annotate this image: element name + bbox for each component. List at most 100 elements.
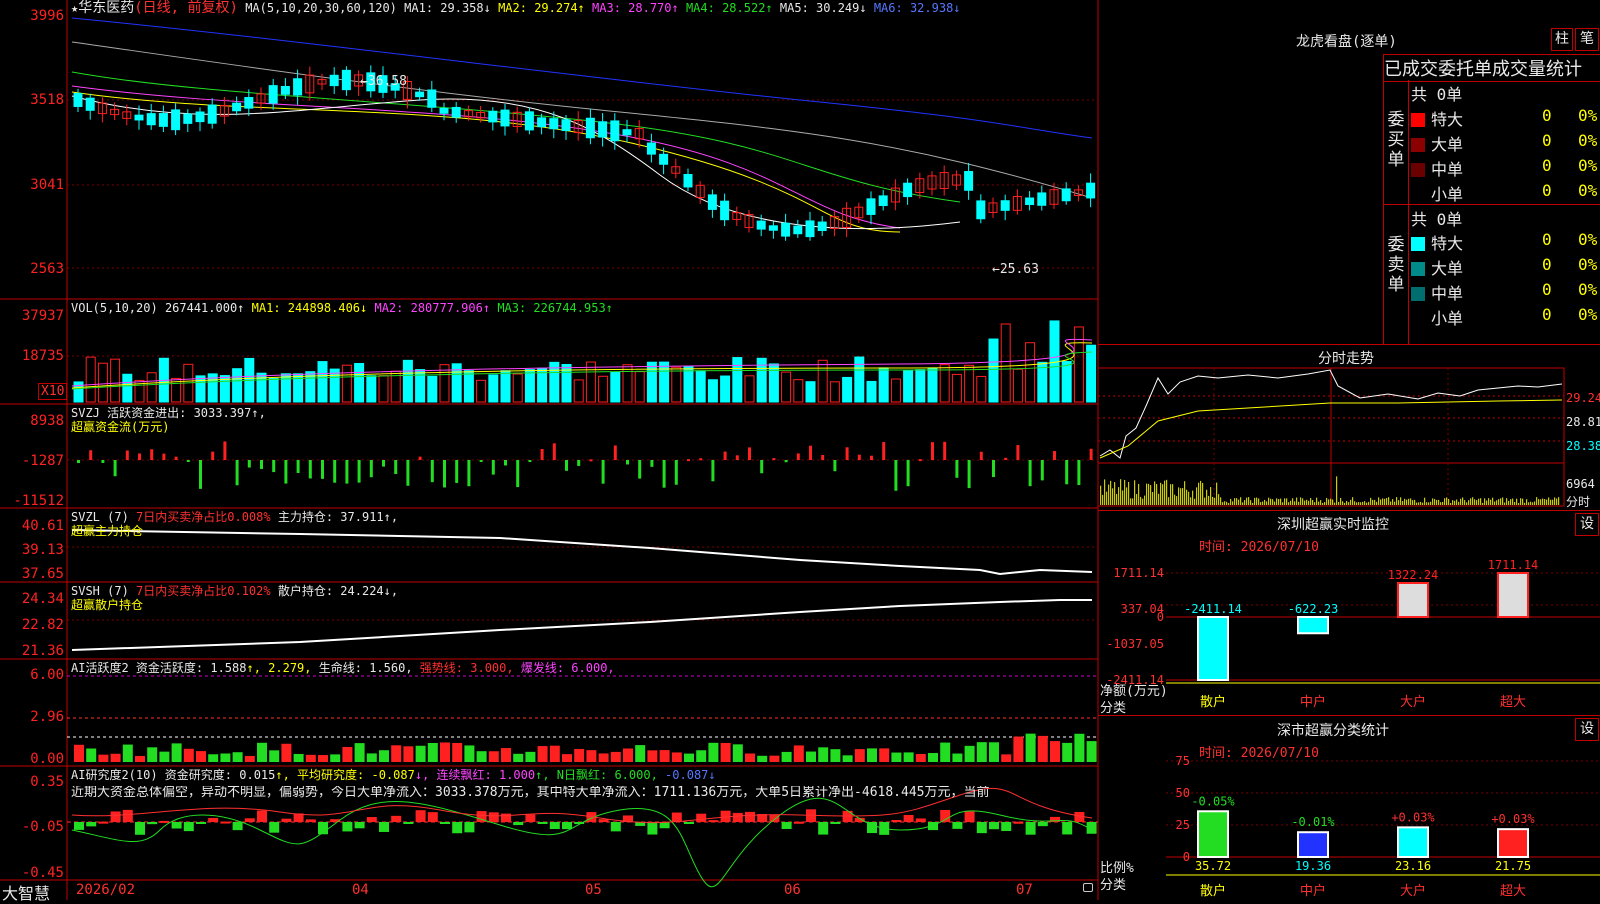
flow-bar (723, 451, 727, 460)
fenshi-volume-bar (1530, 501, 1532, 505)
order-size-label: 特大 (1431, 234, 1464, 253)
svzj-header: SVZJ 活跃资金进出: 3033.397↑, 超赢资金流(万元) (71, 406, 266, 434)
fenshi-volume-bar (1214, 497, 1216, 505)
activity-bar (269, 750, 280, 762)
svzl-label-1: 40.61 (21, 518, 64, 534)
guide-lines (67, 99, 1098, 621)
research-bar (1013, 821, 1024, 824)
fenshi-volume-bar (1308, 500, 1310, 505)
volume-bar (573, 379, 584, 403)
flow-bar (626, 460, 629, 465)
candle-body (866, 198, 876, 215)
fenshi-volume-bar (1280, 498, 1282, 505)
candle-body (1086, 182, 1096, 199)
research-bar (342, 822, 353, 832)
order-percent: 0% (1578, 230, 1598, 249)
fenshi-chart[interactable] (1098, 366, 1600, 510)
fenshi-volume-bar (1258, 498, 1260, 505)
volume-bar (500, 370, 511, 403)
research-last: -0.087↓ (665, 768, 716, 782)
fenshi-volume-bar (1452, 500, 1454, 505)
volume-bar (317, 361, 328, 403)
fenshi-volume-bar (1524, 502, 1526, 505)
ratio-bar (1497, 828, 1529, 859)
activity-bar (366, 753, 377, 762)
fenshi-volume-bar (1224, 501, 1226, 505)
fenshi-volume-bar (1200, 480, 1202, 505)
fenshi-volume-bar (1206, 489, 1208, 505)
flow-bar (199, 460, 202, 489)
fenshi-volume-bar (1380, 499, 1382, 505)
research-bar (915, 818, 926, 822)
monitor-xlabel: 分类 (1100, 701, 1127, 716)
ma4-value: MA4: 28.522↑ (685, 1, 773, 15)
flow-bar (77, 460, 80, 464)
fenshi-volume-bar (1388, 497, 1390, 505)
order-count: 0 (1542, 106, 1552, 125)
activity-bar (379, 750, 389, 762)
fenshi-volume-bar (1502, 497, 1504, 505)
svzl-subtitle: 超赢主力持仓 (71, 524, 144, 538)
order-row: 大单 (1411, 255, 1463, 279)
candle-body (817, 221, 827, 232)
candle-body (183, 113, 193, 124)
flow-bar (138, 453, 141, 460)
candle-body (549, 118, 559, 130)
order-count: 0 (1542, 305, 1552, 324)
fenshi-volume-bar (1546, 499, 1548, 505)
activity-bar (196, 751, 206, 762)
fenshi-volume-bar (1102, 494, 1104, 505)
volume-bar (268, 377, 279, 403)
research-bar (903, 814, 914, 822)
flow-bar (345, 460, 349, 484)
fenshi-volume-bar (1244, 500, 1246, 505)
flow-bar (589, 459, 593, 462)
bar-mode-button[interactable]: 柱 (1551, 28, 1573, 51)
lock-icon[interactable] (1083, 883, 1093, 892)
net-amount-bar (1197, 616, 1229, 681)
fenshi-volume-bar (1386, 498, 1388, 505)
research-red: ↓, 连续飘红: 1.000 (414, 768, 536, 782)
vol-unit-badge[interactable]: X10 (38, 383, 68, 400)
order-count: 0 (1542, 280, 1552, 299)
fenshi-volume-bar (1248, 497, 1250, 505)
research-bar (110, 811, 121, 822)
activity-bar (293, 753, 304, 762)
activity-bar (281, 743, 292, 762)
volume-bar (1086, 344, 1097, 403)
fenshi-volume-bar (1436, 500, 1438, 505)
activity-bar (525, 751, 536, 762)
fenshi-volume-bar (1324, 501, 1326, 505)
brand-label[interactable]: 大智慧 (2, 880, 50, 904)
fenshi-volume-bar (1318, 501, 1320, 505)
order-percent: 0% (1578, 106, 1598, 125)
volume-bar (463, 370, 474, 403)
flow-bar (406, 460, 410, 486)
fenshi-volume-bar (1204, 497, 1206, 505)
volume-bar (110, 358, 121, 403)
candle-body (707, 194, 717, 210)
period-label[interactable]: (日线, 前复权) (134, 0, 238, 16)
fenshi-volume-bar (1296, 497, 1298, 505)
x-label-1: 04 (352, 882, 369, 898)
candle-body (537, 117, 547, 128)
classify-category-label: 中户 (1300, 883, 1326, 899)
fenshi-volume-bar (1412, 500, 1414, 505)
fenshi-volume-bar (1478, 498, 1480, 505)
ratio-value-label: 21.75 (1495, 859, 1531, 873)
candle-body (585, 117, 595, 139)
pen-mode-button[interactable]: 笔 (1575, 28, 1599, 51)
fenshi-volume-bar (1428, 502, 1430, 505)
svzl-hold: 主力持仓: 37.911↑, (277, 510, 399, 524)
order-percent: 0% (1578, 181, 1598, 200)
volume-bar (524, 369, 535, 403)
fenshi-volume-bar (1228, 502, 1230, 505)
volume-bar (695, 370, 706, 403)
fenshi-volume-bar (1118, 487, 1120, 505)
flow-bar (467, 460, 471, 487)
fenshi-volume-bar (1350, 499, 1352, 505)
research-bar (732, 812, 743, 822)
volume-bar (488, 374, 499, 403)
fenshi-volume-bar (1430, 501, 1432, 505)
research-bar (647, 822, 658, 835)
